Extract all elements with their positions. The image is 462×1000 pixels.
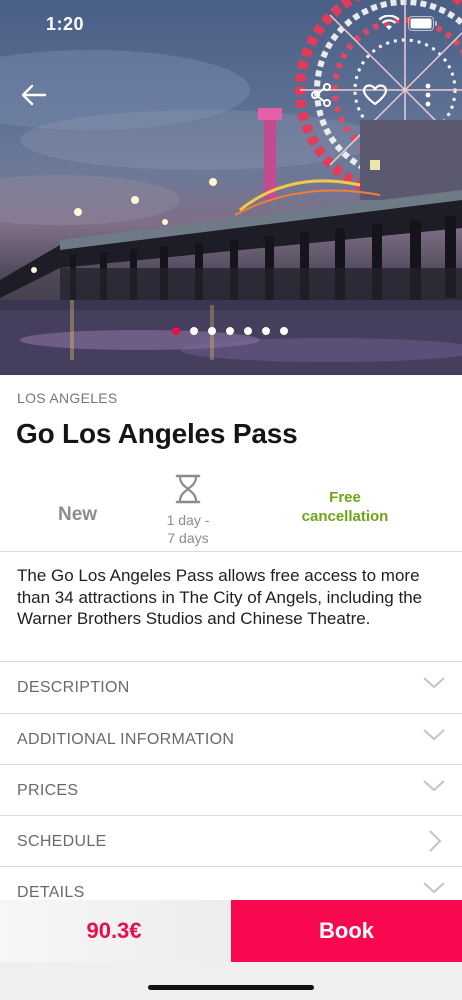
- section-label: DESCRIPTION: [17, 679, 130, 696]
- carousel-dot[interactable]: [208, 327, 216, 335]
- hero-image[interactable]: 1:20: [0, 0, 462, 375]
- status-time: 1:20: [46, 14, 85, 34]
- info-badges: New 1 day - 7 days Free cancellation: [0, 470, 462, 550]
- section-additional-information[interactable]: ADDITIONAL INFORMATION: [0, 714, 462, 765]
- duration-badge: 1 day - 7 days: [150, 474, 226, 547]
- city-label: LOS ANGELES: [17, 390, 118, 406]
- section-label: PRICES: [17, 782, 79, 799]
- pier-photo: [0, 0, 462, 375]
- carousel-indicator[interactable]: [172, 327, 288, 335]
- section-label: SCHEDULE: [17, 833, 107, 850]
- summary-text: The Go Los Angeles Pass allows free acce…: [17, 566, 423, 628]
- share-icon: [311, 83, 331, 107]
- battery-icon: [408, 15, 437, 31]
- price: 90.3€: [86, 918, 142, 943]
- section-label: ADDITIONAL INFORMATION: [17, 731, 235, 748]
- chevron-down-icon: [423, 677, 445, 689]
- hourglass-icon: [175, 474, 201, 504]
- free-cancellation-badge: Free cancellation: [284, 488, 406, 526]
- duration-text-2: 7 days: [167, 530, 209, 546]
- divider: [0, 551, 462, 552]
- carousel-dot[interactable]: [226, 327, 234, 335]
- status-bar: 1:20: [0, 0, 462, 50]
- chevron-down-icon: [423, 780, 445, 792]
- home-indicator[interactable]: [148, 985, 314, 990]
- cancellation-text-1: Free: [329, 489, 361, 506]
- chevron-down-icon: [423, 729, 445, 741]
- new-badge: New: [58, 504, 98, 525]
- back-arrow-icon: [21, 84, 47, 106]
- carousel-dot[interactable]: [280, 327, 288, 335]
- carousel-dot[interactable]: [190, 327, 198, 335]
- booking-bar: 90.3€ Book: [0, 900, 462, 962]
- section-schedule[interactable]: SCHEDULE: [0, 816, 462, 867]
- section-description[interactable]: DESCRIPTION: [0, 662, 462, 713]
- more-vertical-icon: [425, 83, 431, 107]
- price-box: 90.3€: [0, 900, 231, 962]
- more-button[interactable]: [416, 80, 440, 110]
- carousel-dot[interactable]: [172, 327, 180, 335]
- book-button[interactable]: Book: [231, 900, 462, 962]
- heart-icon: [362, 84, 388, 106]
- share-button[interactable]: [306, 80, 336, 110]
- carousel-dot[interactable]: [262, 327, 270, 335]
- chevron-right-icon: [429, 830, 442, 852]
- favorite-button[interactable]: [359, 80, 391, 110]
- duration-text-1: 1 day -: [166, 512, 210, 528]
- back-button[interactable]: [16, 79, 52, 111]
- wifi-icon: [378, 15, 400, 30]
- page-title: Go Los Angeles Pass: [16, 418, 298, 449]
- home-indicator-area: [0, 962, 462, 1000]
- carousel-dot[interactable]: [244, 327, 252, 335]
- section-prices[interactable]: PRICES: [0, 765, 462, 816]
- cancellation-text-2: cancellation: [301, 508, 389, 525]
- chevron-down-icon: [423, 882, 445, 894]
